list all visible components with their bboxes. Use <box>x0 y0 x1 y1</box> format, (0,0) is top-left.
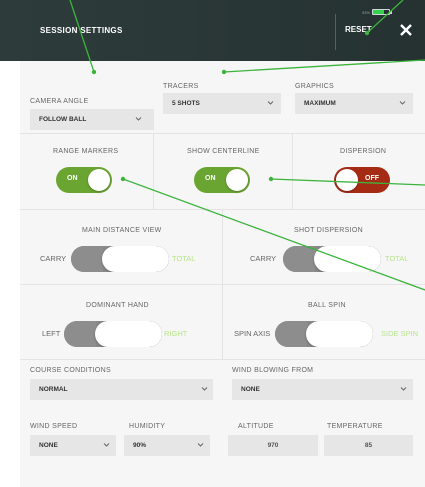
callout-dot <box>364 30 370 36</box>
callout-dot <box>268 176 274 182</box>
callout-line <box>366 0 404 34</box>
callout-line <box>122 178 425 291</box>
callout-line <box>270 178 425 186</box>
callout-dot <box>221 69 227 75</box>
callout-line <box>69 0 95 73</box>
callout-line <box>223 59 425 73</box>
callout-dot <box>120 176 126 182</box>
callout-dot <box>91 69 97 75</box>
callout-lines <box>69 0 425 291</box>
